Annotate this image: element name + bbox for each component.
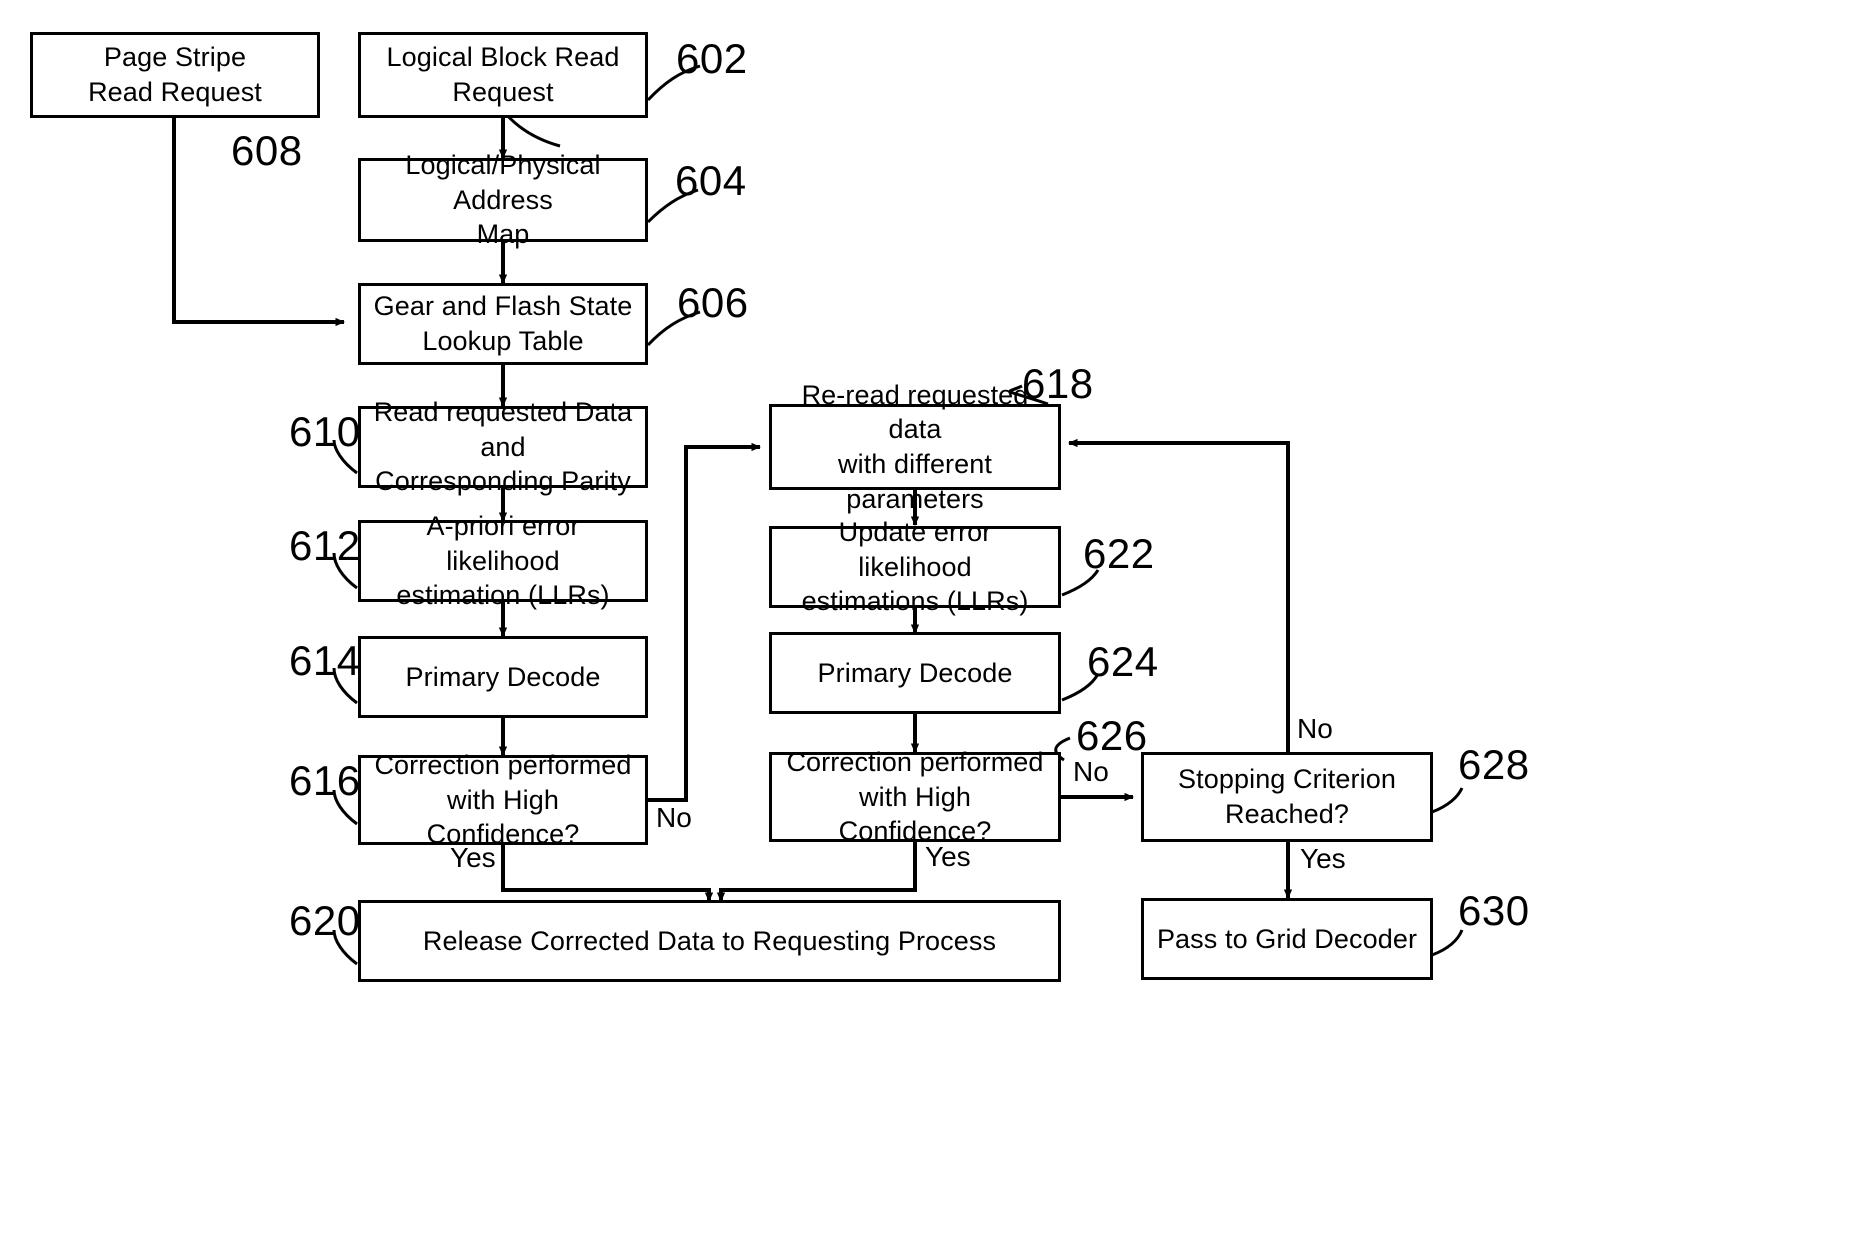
node-label-line1: Stopping Criterion: [1178, 764, 1396, 795]
edge-label-626-no: No: [1073, 756, 1109, 787]
ref-number-620: 620: [289, 897, 361, 944]
edge-label-628-yes: Yes: [1300, 843, 1346, 874]
node-page-stripe-read-request[interactable]: Page Stripe Read Request: [30, 32, 320, 118]
node-primary-decode-right[interactable]: Primary Decode: [769, 632, 1061, 714]
node-stopping-criterion-reached[interactable]: Stopping Criterion Reached?: [1141, 752, 1433, 842]
ref-number-628: 628: [1458, 741, 1530, 788]
ref-number-618: 618: [1022, 360, 1094, 407]
node-label-line1: Gear and Flash State: [373, 291, 633, 322]
edge-label-616-no: No: [656, 802, 692, 833]
ref-number-616: 616: [289, 757, 361, 804]
node-label-line2: with High Confidence?: [838, 781, 992, 847]
node-label: Release Corrected Data to Requesting Pro…: [422, 925, 997, 956]
node-label-line1: Correction performed: [374, 750, 632, 781]
ref-number-614: 614: [289, 637, 361, 684]
ref-number-612: 612: [289, 522, 361, 569]
node-primary-decode-left[interactable]: Primary Decode: [358, 636, 648, 718]
node-a-priori-error-likelihood-estimation[interactable]: A-priori error likelihood estimation (LL…: [358, 511, 648, 610]
node-label-line2: Corresponding Parity: [375, 466, 631, 497]
node-label-line2: estimation (LLRs): [396, 580, 610, 611]
node-label-line2: Read Request: [88, 77, 262, 107]
ref-number-608: 608: [231, 127, 303, 174]
edge-626-yes-to-620: [716, 842, 917, 902]
edge-616-yes-to-620: [501, 845, 714, 902]
ref-number-622: 622: [1083, 530, 1155, 577]
node-logical-physical-address-map[interactable]: Logical/Physical Address Map: [358, 150, 648, 249]
node-label-line1: Re-read requested data: [801, 379, 1029, 445]
connector-lines: [172, 64, 1464, 966]
node-gear-and-flash-state-lookup-table[interactable]: Gear and Flash State Lookup Table: [358, 283, 648, 365]
node-label-line1: Read requested Data and: [373, 397, 633, 462]
node-read-requested-data-and-parity[interactable]: Read requested Data and Corresponding Pa…: [358, 397, 648, 496]
node-update-error-likelihood-estimations[interactable]: Update error likelihood estimations (LLR…: [769, 517, 1061, 616]
node-label-line2: Request: [452, 77, 554, 107]
node-label-line2: with High Confidence?: [426, 784, 580, 850]
node-label-line1: Logical Block Read: [386, 42, 620, 73]
ref-number-604: 604: [675, 157, 747, 204]
edge-label-626-yes: Yes: [925, 841, 971, 872]
ref-number-606: 606: [677, 279, 749, 326]
edge-label-616-yes: Yes: [450, 842, 496, 873]
node-label-line1: Logical/Physical Address: [405, 150, 601, 215]
node-pass-to-grid-decoder[interactable]: Pass to Grid Decoder: [1141, 898, 1433, 980]
node-label-line2: with different parameters: [838, 449, 992, 514]
ref-number-626: 626: [1076, 712, 1148, 759]
node-label-line2: estimations (LLRs): [801, 586, 1029, 617]
node-label-line1: A-priori error likelihood: [426, 511, 580, 576]
node-label-line1: Update error likelihood: [838, 517, 992, 582]
leader-628: [1431, 787, 1464, 814]
flowchart-canvas: Page Stripe Read Request Logical Block R…: [0, 0, 1875, 1256]
node-label-line2: Lookup Table: [422, 326, 584, 356]
node-label: Pass to Grid Decoder: [1156, 923, 1418, 954]
node-label-line2: Reached?: [1225, 799, 1349, 829]
ref-number-630: 630: [1458, 887, 1530, 934]
ref-number-610: 610: [289, 408, 361, 455]
edge-label-628-no: No: [1297, 713, 1333, 744]
node-correction-high-confidence-left[interactable]: Correction performed with High Confidenc…: [358, 750, 648, 849]
node-label-line2: Map: [476, 219, 530, 250]
ref-number-624: 624: [1087, 638, 1159, 685]
node-label-line1: Page Stripe: [103, 42, 247, 73]
node-release-corrected-data[interactable]: Release Corrected Data to Requesting Pro…: [358, 900, 1061, 982]
node-label: Primary Decode: [405, 661, 601, 692]
edge-628-no-to-618: [1068, 438, 1290, 752]
node-correction-high-confidence-right[interactable]: Correction performed with High Confidenc…: [769, 747, 1061, 846]
node-label: Primary Decode: [817, 657, 1013, 688]
node-re-read-requested-data[interactable]: Re-read requested data with different pa…: [769, 380, 1061, 514]
ref-number-602: 602: [676, 35, 748, 82]
node-label-line1: Correction performed: [786, 747, 1044, 778]
node-logical-block-read-request[interactable]: Logical Block Read Request: [358, 32, 648, 118]
edge-616-no-to-618: [647, 442, 761, 802]
